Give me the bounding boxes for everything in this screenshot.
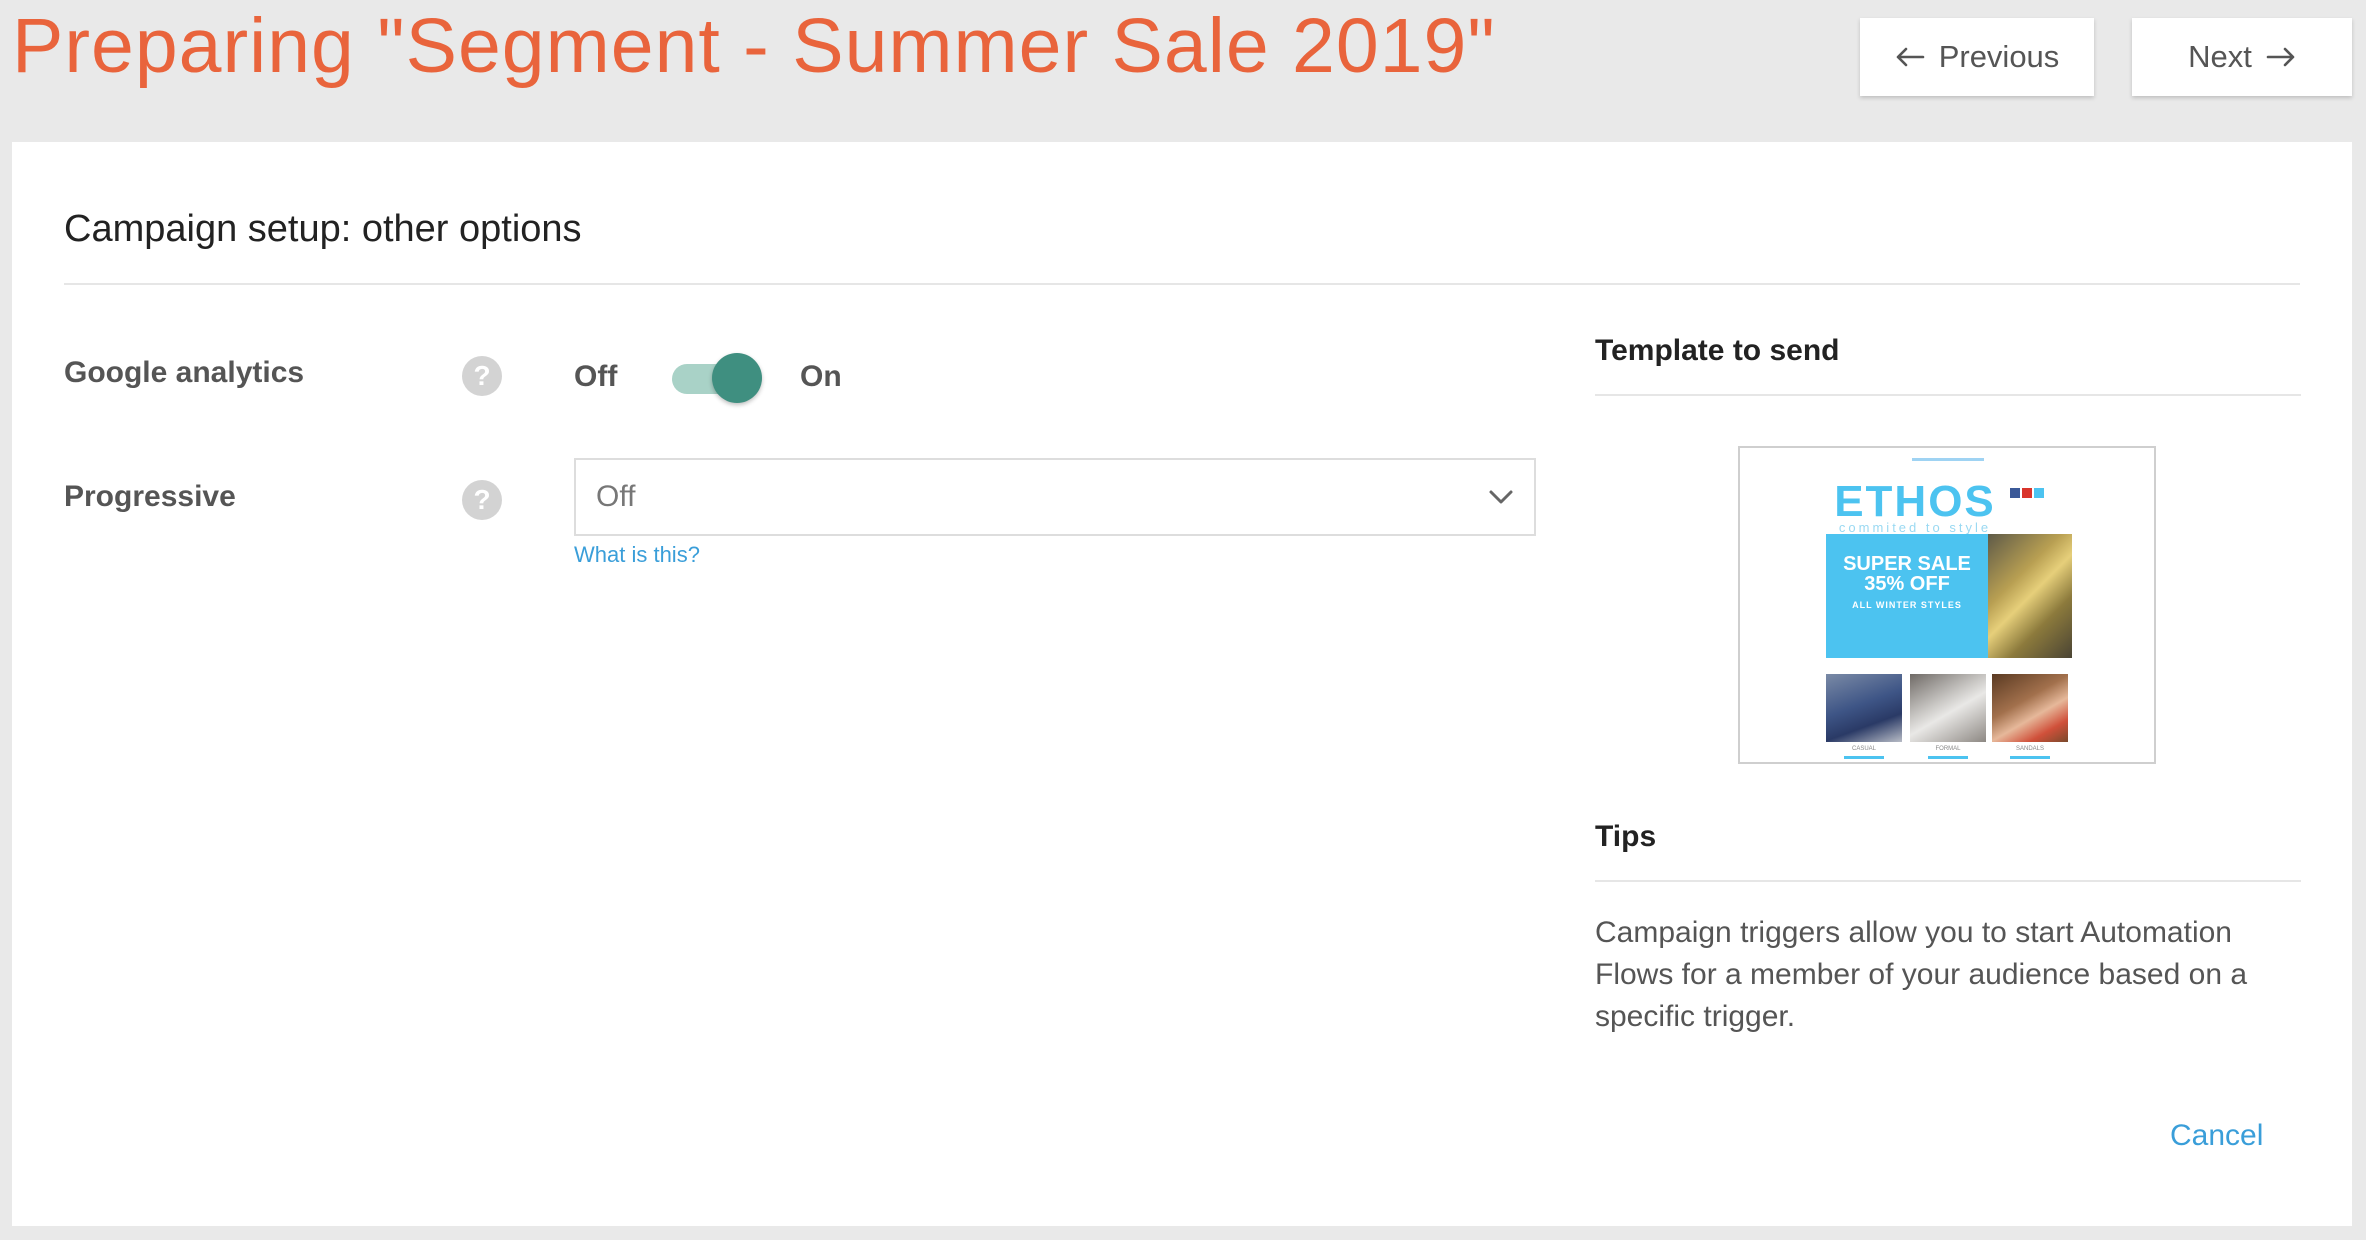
what-is-this-link[interactable]: What is this? (574, 542, 700, 568)
twitter-icon (2034, 488, 2044, 498)
template-product-image-casual (1826, 674, 1902, 742)
toggle-knob[interactable] (712, 353, 762, 403)
youtube-icon (2022, 488, 2032, 498)
google-analytics-help-icon[interactable]: ? (462, 356, 502, 396)
template-product-underline (1928, 756, 1968, 759)
template-product-image-sandals (1992, 674, 2068, 742)
section-title: Campaign setup: other options (64, 208, 582, 250)
template-preview[interactable]: ETHOS commited to style SUPER SALE 35% O… (1738, 446, 2156, 764)
progressive-label: Progressive (64, 480, 236, 513)
arrow-left-icon (1896, 47, 1924, 67)
tips-text: Campaign triggers allow you to start Aut… (1595, 916, 2248, 1033)
template-tagline: commited to style (1838, 520, 1992, 535)
google-analytics-label: Google analytics (64, 356, 305, 389)
progressive-select[interactable]: Off (574, 458, 1536, 536)
template-hero-line2: 35% OFF (1864, 573, 1950, 595)
previous-button[interactable]: Previous (1860, 18, 2094, 96)
template-brand: ETHOS (1834, 477, 1996, 526)
template-hero-line3: ALL WINTER STYLES (1852, 600, 1962, 610)
chevron-down-icon (1489, 490, 1513, 504)
arrow-right-icon (2266, 47, 2295, 67)
template-product-label: FORMAL (1935, 746, 1961, 752)
template-hero-line1: SUPER SALE (1843, 553, 1971, 575)
previous-label: Previous (1938, 39, 2060, 74)
template-hero-banner: SUPER SALE 35% OFF ALL WINTER STYLES (1826, 534, 1988, 658)
template-hero-image (1988, 534, 2072, 658)
section-divider (64, 283, 2300, 285)
settings-card: Campaign setup: other options Google ana… (12, 142, 2352, 1226)
next-button[interactable]: Next (2132, 18, 2352, 96)
toggle-off-label: Off (574, 360, 618, 393)
cancel-link[interactable]: Cancel (2170, 1119, 2263, 1153)
tips-divider (1595, 880, 2301, 882)
template-product-underline (1844, 756, 1884, 759)
template-hero: SUPER SALE 35% OFF ALL WINTER STYLES (1826, 534, 2072, 658)
tips-heading: Tips (1595, 820, 1657, 853)
template-product-underline (2010, 756, 2050, 759)
progressive-selected-value: Off (596, 480, 636, 513)
next-label: Next (2188, 39, 2252, 74)
page-title: Preparing "Segment - Summer Sale 2019" (12, 3, 1496, 89)
template-preheader (1912, 458, 1984, 461)
template-product-label: CASUAL (1851, 746, 1876, 752)
template-heading: Template to send (1595, 334, 1840, 367)
template-divider (1595, 394, 2301, 396)
progressive-help-icon[interactable]: ? (462, 480, 502, 520)
facebook-icon (2010, 488, 2020, 498)
template-product-image-formal (1910, 674, 1986, 742)
template-product-label: SANDALS (2015, 746, 2044, 752)
toggle-on-label: On (800, 360, 842, 393)
